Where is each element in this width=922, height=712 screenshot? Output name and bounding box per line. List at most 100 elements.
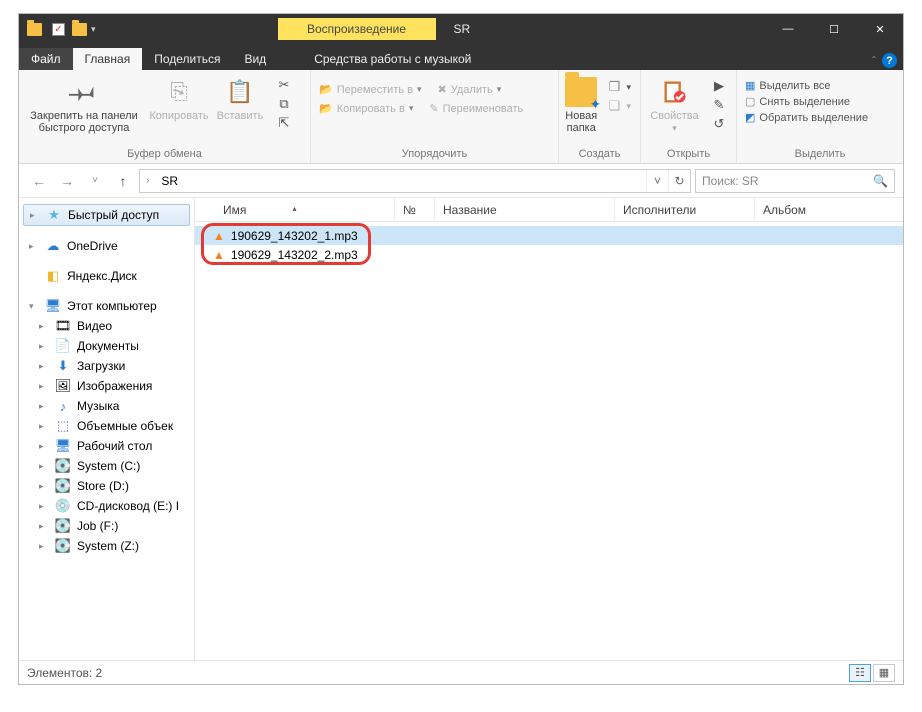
sidebar-item-pictures[interactable]: ▸🖼Изображения bbox=[19, 376, 194, 396]
nav-forward-button: → bbox=[55, 169, 79, 193]
sidebar-label: Яндекс.Диск bbox=[67, 269, 137, 283]
sidebar-label: Быстрый доступ bbox=[68, 208, 159, 222]
history-button: ↺ bbox=[708, 115, 730, 133]
edit-icon: ✎ bbox=[711, 97, 727, 113]
drive-icon: 💽 bbox=[55, 538, 71, 554]
sidebar-item-3d[interactable]: ▸⬚Объемные объек bbox=[19, 416, 194, 436]
navigation-tree[interactable]: ▸ ★ Быстрый доступ ▸ ☁ OneDrive ◧ Яндекс… bbox=[19, 198, 195, 660]
minimize-button[interactable]: — bbox=[765, 14, 811, 44]
expand-icon[interactable]: ▸ bbox=[29, 241, 39, 252]
tab-file[interactable]: Файл bbox=[19, 48, 73, 70]
collapse-ribbon-icon[interactable]: ˆ bbox=[872, 54, 876, 68]
column-title[interactable]: Название bbox=[435, 198, 615, 221]
column-name[interactable]: ▴Имя bbox=[195, 198, 395, 221]
nav-up-button[interactable]: ↑ bbox=[111, 169, 135, 193]
tab-view[interactable]: Вид bbox=[232, 48, 278, 70]
sidebar-item-drive-c[interactable]: ▸💽System (C:) bbox=[19, 456, 194, 476]
sidebar-item-quick-access[interactable]: ▸ ★ Быстрый доступ bbox=[23, 204, 190, 226]
paste-button: 📋 Вставить bbox=[215, 74, 265, 122]
pin-quick-access-button[interactable]: Закрепить на панели быстрого доступа bbox=[25, 74, 143, 134]
ribbon: Закрепить на панели быстрого доступа ⎘ К… bbox=[19, 70, 903, 164]
address-history-dropdown[interactable]: ˅ bbox=[646, 170, 668, 192]
qat-dropdown-icon[interactable]: ▾ bbox=[91, 24, 96, 35]
select-all-button[interactable]: ▦Выделить все bbox=[743, 78, 870, 93]
tab-share[interactable]: Поделиться bbox=[142, 48, 232, 70]
sidebar-item-drive-e[interactable]: ▸💿CD-дисковод (E:) I bbox=[19, 496, 194, 516]
collapse-icon[interactable]: ▾ bbox=[29, 301, 39, 312]
nav-history-dropdown[interactable]: ˅ bbox=[83, 169, 107, 193]
sidebar-label: Job (F:) bbox=[77, 519, 118, 533]
sidebar-item-onedrive[interactable]: ▸ ☁ OneDrive bbox=[19, 236, 194, 256]
search-icon[interactable]: 🔍 bbox=[873, 174, 888, 188]
video-icon: 🎞 bbox=[55, 318, 71, 334]
sidebar-item-downloads[interactable]: ▸⬇Загрузки bbox=[19, 356, 194, 376]
new-item-icon: ❐ bbox=[606, 79, 622, 95]
column-headers[interactable]: ▴Имя № Название Исполнители Альбом bbox=[195, 198, 903, 222]
new-folder-icon bbox=[565, 77, 597, 107]
chevron-right-icon[interactable]: › bbox=[146, 175, 149, 186]
pictures-icon: 🖼 bbox=[55, 378, 71, 394]
drive-icon: 💽 bbox=[55, 458, 71, 474]
close-button[interactable]: ✕ bbox=[857, 14, 903, 44]
sidebar-label: Документы bbox=[77, 339, 139, 353]
file-list[interactable]: ▲ 190629_143202_1.mp3 ▲ 190629_143202_2.… bbox=[195, 222, 903, 660]
sidebar-item-yandex[interactable]: ◧ Яндекс.Диск bbox=[19, 266, 194, 286]
nav-back-button[interactable]: ← bbox=[27, 169, 51, 193]
sidebar-label: Store (D:) bbox=[77, 479, 129, 493]
maximize-button[interactable]: ☐ bbox=[811, 14, 857, 44]
sidebar-item-this-pc[interactable]: ▾ 🖥 Этот компьютер bbox=[19, 296, 194, 316]
tab-home[interactable]: Главная bbox=[73, 48, 143, 70]
new-item-button[interactable]: ❐▾ bbox=[603, 78, 634, 96]
column-album[interactable]: Альбом bbox=[755, 198, 903, 221]
drive-icon: 💽 bbox=[55, 518, 71, 534]
sidebar-label: OneDrive bbox=[67, 239, 118, 253]
new-folder-button[interactable]: Новая папка bbox=[565, 74, 597, 134]
sidebar-item-drive-d[interactable]: ▸💽Store (D:) bbox=[19, 476, 194, 496]
context-tab-playback: Воспроизведение bbox=[278, 18, 436, 40]
sidebar-label: Рабочий стол bbox=[77, 439, 152, 453]
file-name: 190629_143202_1.mp3 bbox=[231, 229, 358, 243]
group-label: Создать bbox=[565, 147, 634, 163]
expand-icon[interactable]: ▸ bbox=[30, 210, 40, 221]
sidebar-item-music[interactable]: ▸♪Музыка bbox=[19, 396, 194, 416]
search-input[interactable]: Поиск: SR 🔍 bbox=[695, 169, 895, 193]
quick-access-toolbar: ✓ ▾ bbox=[19, 23, 96, 36]
open-icon: ▶ bbox=[711, 78, 727, 94]
view-details-button[interactable]: ☷ bbox=[849, 664, 871, 682]
address-bar[interactable]: › SR ˅ ↻ bbox=[139, 169, 691, 193]
sidebar-item-desktop[interactable]: ▸🖥Рабочий стол bbox=[19, 436, 194, 456]
tab-music-tools[interactable]: Средства работы с музыкой bbox=[302, 48, 483, 70]
rename-label: Переименовать bbox=[443, 103, 524, 115]
column-artists[interactable]: Исполнители bbox=[615, 198, 755, 221]
sidebar-item-video[interactable]: ▸🎞Видео bbox=[19, 316, 194, 336]
invert-selection-button[interactable]: ◩Обратить выделение bbox=[743, 110, 870, 125]
group-label: Буфер обмена bbox=[25, 147, 304, 163]
folder-icon[interactable] bbox=[72, 23, 87, 36]
sidebar-item-drive-f[interactable]: ▸💽Job (F:) bbox=[19, 516, 194, 536]
pin-icon bbox=[61, 69, 106, 114]
breadcrumb-sr[interactable]: SR bbox=[155, 174, 184, 188]
folder-icon bbox=[27, 23, 42, 36]
column-number[interactable]: № bbox=[395, 198, 435, 221]
sidebar-item-documents[interactable]: ▸📄Документы bbox=[19, 336, 194, 356]
sidebar-label: System (C:) bbox=[77, 459, 140, 473]
file-row[interactable]: ▲ 190629_143202_2.mp3 bbox=[195, 245, 903, 264]
sidebar-item-drive-z[interactable]: ▸💽System (Z:) bbox=[19, 536, 194, 556]
sidebar-label: System (Z:) bbox=[77, 539, 139, 553]
help-icon[interactable]: ? bbox=[882, 53, 897, 68]
copy-to-label: Копировать в bbox=[337, 103, 405, 115]
select-none-label: Снять выделение bbox=[759, 96, 850, 108]
rename-button: ✎ Переименовать bbox=[427, 101, 525, 116]
drive-icon: 💽 bbox=[55, 478, 71, 494]
search-placeholder: Поиск: SR bbox=[702, 174, 759, 188]
new-folder-label: Новая папка bbox=[565, 110, 597, 134]
copy-button[interactable]: ⎘ Копировать bbox=[149, 74, 209, 122]
refresh-button[interactable]: ↻ bbox=[668, 170, 690, 192]
select-none-button[interactable]: ▢Снять выделение bbox=[743, 94, 870, 109]
sidebar-label: Изображения bbox=[77, 379, 152, 393]
file-row[interactable]: ▲ 190629_143202_1.mp3 bbox=[195, 226, 903, 245]
sidebar-label: Видео bbox=[77, 319, 112, 333]
sidebar-label: Объемные объек bbox=[77, 419, 173, 433]
view-icons-button[interactable]: ▦ bbox=[873, 664, 895, 682]
qat-checkbox-icon[interactable]: ✓ bbox=[52, 23, 65, 36]
